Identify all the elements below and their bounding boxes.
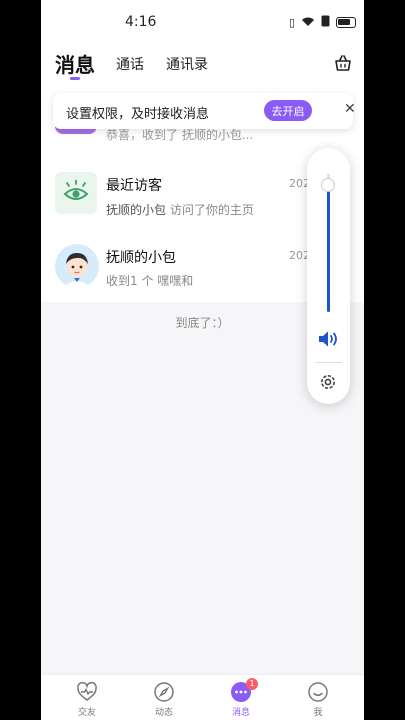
battery-icon [336, 17, 356, 28]
volume-level-fill [327, 185, 330, 312]
nav-label: 交友 [77, 708, 96, 718]
volume-slider[interactable] [327, 174, 330, 312]
row-sender: 抚顺的小包 [106, 203, 167, 217]
sim-icon [321, 15, 330, 30]
phone-screen: 4:16 ▯ 消息 通话 通讯录 恭喜，收到了 抚顺的小包... 设置权限，及时… [41, 0, 364, 720]
nav-item-friends[interactable]: 交友 [57, 681, 117, 718]
permission-text: 设置权限，及时接收消息 [66, 107, 210, 122]
compass-icon [154, 682, 174, 702]
status-bar: 4:16 ▯ [41, 0, 364, 46]
speaker-icon[interactable] [318, 330, 340, 348]
permission-banner: 设置权限，及时接收消息 去开启 ✕ [53, 93, 356, 129]
basket-icon[interactable] [334, 54, 352, 72]
row-preview: 抚顺的小包 访问了你的主页 [106, 201, 254, 218]
status-time: 4:16 [125, 14, 157, 30]
enable-permission-button[interactable]: 去开启 [264, 100, 312, 121]
heart-pulse-icon [77, 681, 97, 701]
vibrate-icon: ▯ [288, 16, 295, 29]
tab-calls[interactable]: 通话 [116, 54, 144, 74]
nav-label: 动态 [154, 708, 173, 718]
avatar [55, 244, 99, 288]
tab-contacts[interactable]: 通讯录 [166, 54, 208, 74]
nav-item-me[interactable]: 我 [288, 681, 348, 718]
tab-messages[interactable]: 消息 [55, 49, 95, 78]
row-preview-text: 收到1 个 嘿嘿和 [106, 274, 194, 288]
wifi-icon [301, 16, 315, 30]
nav-label: 我 [313, 708, 323, 718]
nav-item-moments[interactable]: 动态 [134, 681, 194, 718]
volume-panel [307, 148, 350, 404]
row-preview-text: 访问了你的主页 [169, 203, 254, 217]
gear-icon[interactable] [318, 372, 338, 392]
smile-icon [308, 682, 328, 702]
bottom-nav: 交友 动态 1 消息 我 [41, 674, 364, 720]
active-tab-indicator [70, 77, 80, 80]
eye-icon [55, 172, 97, 214]
volume-slider-thumb[interactable] [321, 178, 335, 193]
volume-divider [315, 362, 342, 363]
close-icon[interactable]: ✕ [344, 101, 356, 117]
header: 消息 通话 通讯录 [41, 46, 364, 90]
row-title: 最近访客 [106, 178, 162, 194]
unread-badge: 1 [246, 678, 258, 690]
status-icons: ▯ [289, 15, 356, 30]
nav-item-messages[interactable]: 1 消息 [211, 678, 271, 718]
row-title: 抚顺的小包 [106, 250, 176, 266]
nav-label: 消息 [231, 708, 250, 718]
